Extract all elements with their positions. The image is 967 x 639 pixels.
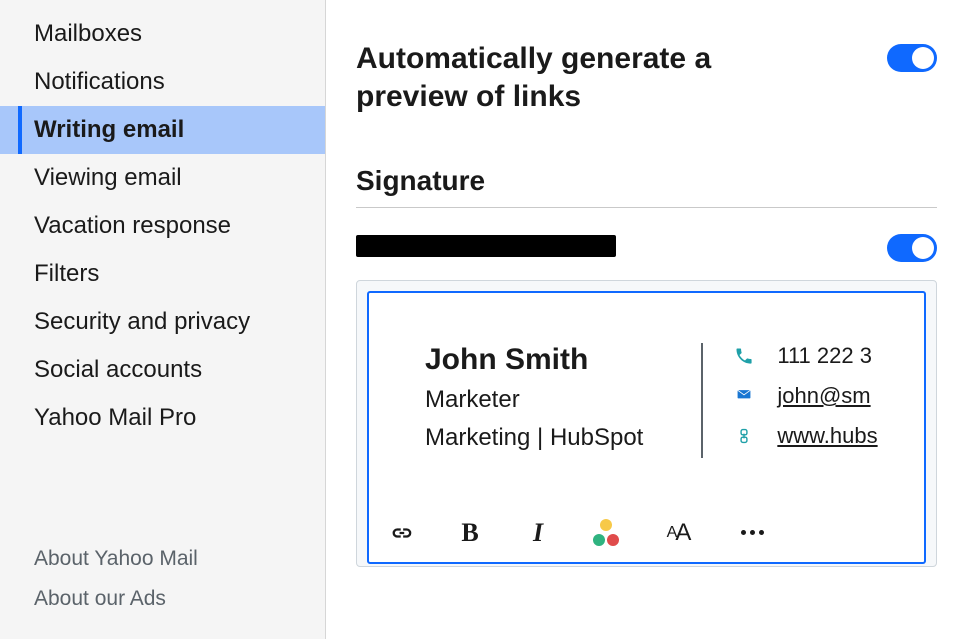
envelope-icon — [733, 385, 755, 407]
signature-identity: John Smith Marketer Marketing | HubSpot — [425, 343, 683, 458]
signature-email-value[interactable]: john@sm — [777, 383, 870, 409]
link-preview-toggle[interactable] — [887, 44, 937, 72]
link-preview-setting: Automatically generate a preview of link… — [356, 40, 937, 115]
signature-content: John Smith Marketer Marketing | HubSpot … — [369, 293, 924, 508]
signature-phone-row: 111 222 3 — [733, 343, 914, 369]
settings-nav: Mailboxes Notifications Writing email Vi… — [0, 10, 325, 442]
signature-toggle[interactable] — [887, 234, 937, 262]
signature-phone-value: 111 222 3 — [777, 343, 872, 369]
link-chain-icon — [733, 425, 755, 447]
signature-divider-vertical — [701, 343, 703, 458]
sidebar-item-yahoo-mail-pro[interactable]: Yahoo Mail Pro — [0, 394, 325, 442]
signature-contact: 111 222 3 john@sm www.hubs — [733, 343, 914, 458]
signature-editor[interactable]: John Smith Marketer Marketing | HubSpot … — [367, 291, 926, 564]
sidebar-item-mailboxes[interactable]: Mailboxes — [0, 10, 325, 58]
settings-main: Automatically generate a preview of link… — [326, 0, 967, 639]
account-email-redacted — [356, 235, 616, 257]
sidebar-item-social-accounts[interactable]: Social accounts — [0, 346, 325, 394]
sidebar-footer: About Yahoo Mail About our Ads — [0, 539, 325, 639]
toolbar-more-button[interactable] — [737, 518, 767, 548]
signature-email-row: john@sm — [733, 383, 914, 409]
signature-org: Marketing | HubSpot — [425, 419, 643, 457]
toolbar-italic-button[interactable]: I — [523, 518, 553, 548]
signature-heading: Signature — [356, 165, 937, 197]
signature-website-value[interactable]: www.hubs — [777, 423, 877, 449]
signature-toolbar: B I AA — [369, 508, 924, 562]
toolbar-color-button[interactable] — [591, 518, 621, 548]
about-our-ads-link[interactable]: About our Ads — [0, 579, 325, 619]
sidebar-item-writing-email[interactable]: Writing email — [0, 106, 325, 154]
signature-role: Marketer — [425, 381, 643, 419]
sidebar-item-security-privacy[interactable]: Security and privacy — [0, 298, 325, 346]
sidebar-item-filters[interactable]: Filters — [0, 250, 325, 298]
sidebar-item-vacation-response[interactable]: Vacation response — [0, 202, 325, 250]
signature-account-row — [356, 230, 937, 262]
sidebar-item-notifications[interactable]: Notifications — [0, 58, 325, 106]
phone-icon — [733, 345, 755, 367]
sidebar-item-viewing-email[interactable]: Viewing email — [0, 154, 325, 202]
signature-website-row: www.hubs — [733, 423, 914, 449]
toolbar-link-button[interactable] — [387, 518, 417, 548]
signature-name: John Smith — [425, 343, 643, 377]
settings-app: Mailboxes Notifications Writing email Vi… — [0, 0, 967, 639]
toolbar-text-size-button[interactable]: AA — [659, 518, 699, 548]
signature-divider — [356, 207, 937, 208]
signature-editor-container: John Smith Marketer Marketing | HubSpot … — [356, 280, 937, 567]
settings-sidebar: Mailboxes Notifications Writing email Vi… — [0, 0, 326, 639]
about-yahoo-mail-link[interactable]: About Yahoo Mail — [0, 539, 325, 579]
link-preview-label: Automatically generate a preview of link… — [356, 40, 826, 115]
toolbar-bold-button[interactable]: B — [455, 518, 485, 548]
